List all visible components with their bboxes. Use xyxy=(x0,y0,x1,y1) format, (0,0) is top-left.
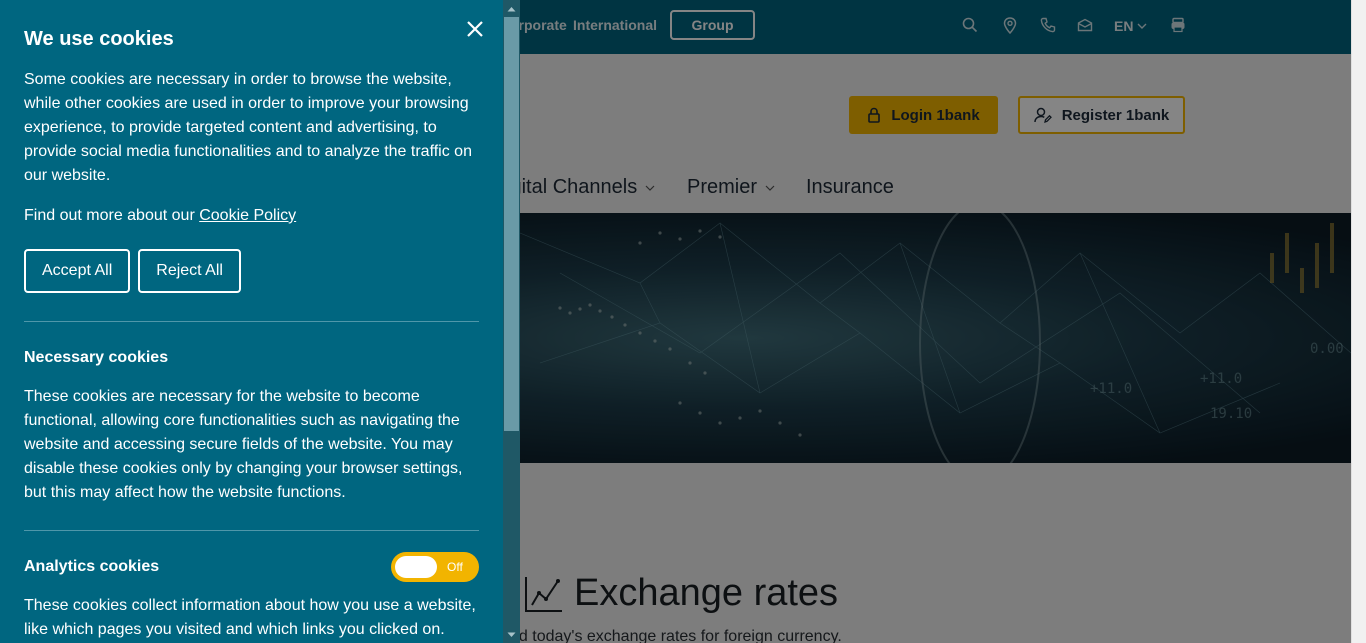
cookie-policy-line: Find out more about our Cookie Policy xyxy=(24,204,479,228)
analytics-cookies-text: These cookies collect information about … xyxy=(24,597,476,638)
analytics-cookies-title: Analytics cookies xyxy=(24,558,160,575)
cookie-policy-link[interactable]: Cookie Policy xyxy=(199,207,296,224)
analytics-cookies-toggle[interactable]: Off xyxy=(391,552,479,582)
cookie-consent-panel: We use cookies Some cookies are necessar… xyxy=(0,0,503,643)
close-icon xyxy=(467,21,483,37)
window-scrollbar[interactable] xyxy=(1351,0,1366,643)
cookie-intro-text: Some cookies are necessary in order to b… xyxy=(24,71,472,184)
cookie-panel-scrollbar[interactable] xyxy=(503,0,520,643)
necessary-cookies-title: Necessary cookies xyxy=(24,349,169,366)
cookie-panel-title: We use cookies xyxy=(24,28,174,50)
cookie-actions: Accept All Reject All xyxy=(24,249,241,293)
divider xyxy=(24,530,479,531)
toggle-state-label: Off xyxy=(447,560,463,574)
cookie-policy-prefix: Find out more about our xyxy=(24,207,200,224)
scroll-down-icon[interactable] xyxy=(503,626,520,643)
accept-all-button[interactable]: Accept All xyxy=(24,249,131,293)
reject-all-button[interactable]: Reject All xyxy=(138,249,241,293)
scroll-up-icon[interactable] xyxy=(503,0,520,17)
close-button[interactable] xyxy=(464,18,486,40)
divider xyxy=(24,321,479,322)
necessary-cookies-text: These cookies are necessary for the webs… xyxy=(24,388,463,501)
scrollbar-thumb[interactable] xyxy=(504,17,519,431)
toggle-knob xyxy=(395,556,437,578)
